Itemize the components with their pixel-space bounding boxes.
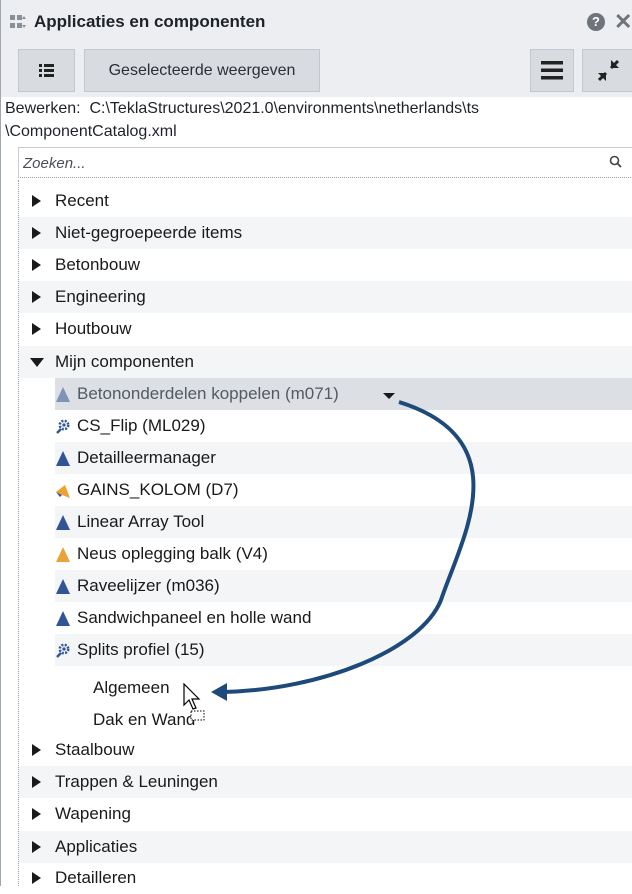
collapse-arrows-icon bbox=[597, 59, 620, 82]
close-icon[interactable]: ✕ bbox=[614, 9, 632, 35]
tree-group-label: Niet-gegroepeerde items bbox=[55, 223, 243, 242]
tree-group-label: Detailleren bbox=[55, 868, 137, 887]
tree-group-label: Betonbouw bbox=[55, 255, 141, 274]
component-label: Neus oplegging balk (V4) bbox=[77, 544, 268, 563]
search-box bbox=[18, 147, 632, 178]
detail-icon bbox=[56, 485, 70, 498]
subgroup-item-algemeen[interactable]: Algemeen bbox=[55, 672, 632, 704]
tree-group-stairs[interactable]: Trappen & Leuningen bbox=[19, 766, 632, 798]
collapse-arrow-icon[interactable] bbox=[30, 358, 44, 367]
expand-arrow-icon[interactable] bbox=[32, 227, 41, 239]
tree-group-timber[interactable]: Houtbouw bbox=[19, 313, 632, 345]
component-icon bbox=[56, 515, 70, 530]
tree-group-label: Wapening bbox=[55, 804, 131, 823]
component-item[interactable]: CS_Flip (ML029) bbox=[55, 410, 632, 442]
subgroup-label: Dak en Wand bbox=[93, 710, 196, 729]
tree-group-steel[interactable]: Staalbouw bbox=[19, 734, 632, 766]
component-label: GAINS_KOLOM (D7) bbox=[77, 480, 239, 499]
component-label: Splits profiel (15) bbox=[77, 640, 205, 659]
component-label: Raveelijzer (m036) bbox=[77, 576, 220, 595]
component-label: Sandwichpaneel en holle wand bbox=[77, 608, 312, 627]
component-item[interactable]: Splits profiel (15) bbox=[55, 634, 632, 666]
panel-title: Applicaties en componenten bbox=[34, 12, 266, 31]
component-tree: Recent Niet-gegroepeerde items Betonbouw… bbox=[18, 180, 632, 887]
expand-arrow-icon[interactable] bbox=[32, 872, 41, 884]
list-icon bbox=[39, 64, 54, 77]
gear-component-icon bbox=[56, 643, 70, 658]
component-icon bbox=[56, 611, 70, 626]
component-icon bbox=[56, 451, 70, 466]
component-label: Betononderdelen koppelen (m071) bbox=[77, 384, 339, 403]
tree-group-detailing[interactable]: Detailleren bbox=[19, 862, 632, 894]
show-selected-button[interactable]: Geselecteerde weergeven bbox=[84, 49, 320, 92]
tree-group-label: Applicaties bbox=[55, 837, 138, 856]
help-icon[interactable]: ? bbox=[587, 13, 605, 31]
tree-group-label: Staalbouw bbox=[55, 740, 135, 759]
component-item[interactable]: Neus oplegging balk (V4) bbox=[55, 538, 632, 570]
catalog-path-line2: \ComponentCatalog.xml bbox=[5, 123, 177, 140]
tree-group-recent[interactable]: Recent bbox=[19, 185, 632, 217]
catalog-path-line1: C:\TeklaStructures\2021.0\environments\n… bbox=[89, 100, 480, 117]
expand-arrow-icon[interactable] bbox=[32, 195, 41, 207]
tree-group-my-components[interactable]: Mijn componenten bbox=[19, 346, 632, 378]
subgroup-item-dak-en-wand[interactable]: Dak en Wand bbox=[55, 704, 632, 736]
expand-arrow-icon[interactable] bbox=[32, 744, 41, 756]
tree-group-label: Houtbouw bbox=[55, 319, 132, 338]
menu-button[interactable] bbox=[530, 49, 574, 92]
expand-arrow-icon[interactable] bbox=[32, 323, 41, 335]
tree-group-concrete[interactable]: Betonbouw bbox=[19, 249, 632, 281]
catalog-path: Bewerken: C:\TeklaStructures\2021.0\envi… bbox=[5, 97, 631, 143]
tree-group-applications[interactable]: Applicaties bbox=[19, 831, 632, 863]
edit-label: Bewerken: bbox=[5, 100, 81, 117]
component-label: Detailleermanager bbox=[77, 448, 216, 467]
search-icon[interactable] bbox=[608, 154, 624, 170]
orange-component-icon bbox=[56, 547, 70, 562]
collapse-button[interactable] bbox=[582, 49, 632, 92]
expand-arrow-icon[interactable] bbox=[32, 808, 41, 820]
component-item[interactable]: Linear Array Tool bbox=[55, 506, 632, 538]
tree-group-label: Trappen & Leuningen bbox=[55, 772, 218, 791]
component-icon bbox=[56, 579, 70, 594]
component-label: CS_Flip (ML029) bbox=[77, 416, 206, 435]
list-view-button[interactable] bbox=[18, 49, 75, 92]
tree-group-label: Engineering bbox=[55, 287, 146, 306]
component-item[interactable]: Raveelijzer (m036) bbox=[55, 570, 632, 602]
expand-arrow-icon[interactable] bbox=[32, 841, 41, 853]
title-bar: Applicaties en componenten ? ✕ bbox=[1, 0, 632, 45]
component-item[interactable]: GAINS_KOLOM (D7) bbox=[55, 474, 632, 506]
subgroup-label: Algemeen bbox=[93, 678, 170, 697]
search-input[interactable] bbox=[23, 152, 583, 174]
component-item[interactable]: Detailleermanager bbox=[55, 442, 632, 474]
component-item[interactable]: Sandwichpaneel en holle wand bbox=[55, 602, 632, 634]
component-label: Linear Array Tool bbox=[77, 512, 205, 531]
tree-group-ungrouped[interactable]: Niet-gegroepeerde items bbox=[19, 217, 632, 249]
expand-arrow-icon[interactable] bbox=[32, 776, 41, 788]
tree-group-label: Mijn componenten bbox=[55, 352, 194, 371]
toolbar: Geselecteerde weergeven bbox=[1, 45, 632, 97]
tree-group-label: Recent bbox=[55, 191, 109, 210]
tree-group-engineering[interactable]: Engineering bbox=[19, 281, 632, 313]
gear-component-icon bbox=[56, 419, 70, 434]
hamburger-menu-icon bbox=[541, 61, 563, 80]
applications-components-panel: Applicaties en componenten ? ✕ Geselecte… bbox=[0, 0, 632, 887]
tree-group-rebar[interactable]: Wapening bbox=[19, 798, 632, 830]
expand-arrow-icon[interactable] bbox=[32, 291, 41, 303]
applications-catalog-icon bbox=[10, 15, 26, 28]
dropdown-arrow-icon[interactable] bbox=[383, 393, 395, 399]
component-icon bbox=[56, 387, 70, 402]
component-item-selected[interactable]: Betononderdelen koppelen (m071) bbox=[55, 378, 632, 410]
expand-arrow-icon[interactable] bbox=[32, 259, 41, 271]
